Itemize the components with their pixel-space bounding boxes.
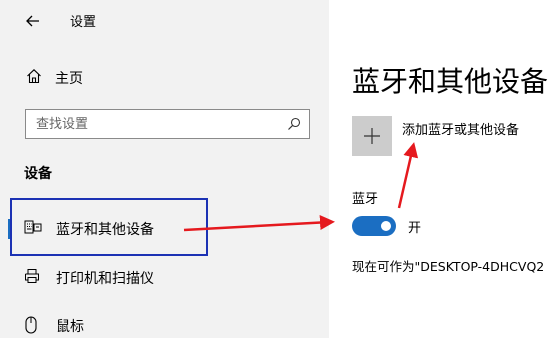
page-title: 蓝牙和其他设备 — [352, 65, 549, 98]
active-indicator — [8, 219, 11, 239]
home-nav-item[interactable]: 主页 — [0, 63, 329, 91]
home-label: 主页 — [55, 71, 83, 87]
add-device-label[interactable]: 添加蓝牙或其他设备 — [402, 119, 519, 138]
bluetooth-label: 蓝牙 — [352, 192, 379, 207]
discoverable-text: 现在可作为"DESKTOP-4DHCVQ2 — [352, 259, 545, 274]
search-input[interactable] — [26, 110, 276, 138]
sidebar-item-label: 鼠标 — [56, 319, 84, 335]
sidebar-item-bluetooth[interactable]: 蓝牙和其他设备 — [0, 209, 329, 247]
app-title: 设置 — [70, 15, 97, 30]
back-arrow-icon — [26, 15, 39, 27]
section-title: 设备 — [24, 166, 52, 182]
add-device-button[interactable] — [352, 116, 392, 156]
sidebar: 设置 主页 设备 蓝牙和其他设备 打印机和扫描仪 — [0, 0, 329, 338]
search-box — [25, 109, 310, 139]
search-icon[interactable] — [287, 117, 301, 131]
bluetooth-toggle[interactable] — [352, 216, 396, 236]
title-bar: 设置 — [0, 0, 329, 44]
annotation-arrow-up — [397, 142, 419, 209]
back-button[interactable] — [20, 8, 46, 34]
sidebar-item-label: 打印机和扫描仪 — [56, 271, 154, 287]
printer-icon — [25, 269, 39, 283]
mouse-icon — [25, 316, 37, 334]
plus-icon — [364, 128, 380, 144]
toggle-state-label: 开 — [408, 221, 422, 236]
sidebar-item-mouse[interactable]: 鼠标 — [0, 306, 329, 344]
home-icon — [27, 69, 41, 84]
toggle-knob — [381, 221, 391, 231]
sidebar-item-printers[interactable]: 打印机和扫描仪 — [0, 258, 329, 296]
sidebar-item-label: 蓝牙和其他设备 — [56, 222, 154, 238]
keyboard-icon — [24, 220, 42, 234]
